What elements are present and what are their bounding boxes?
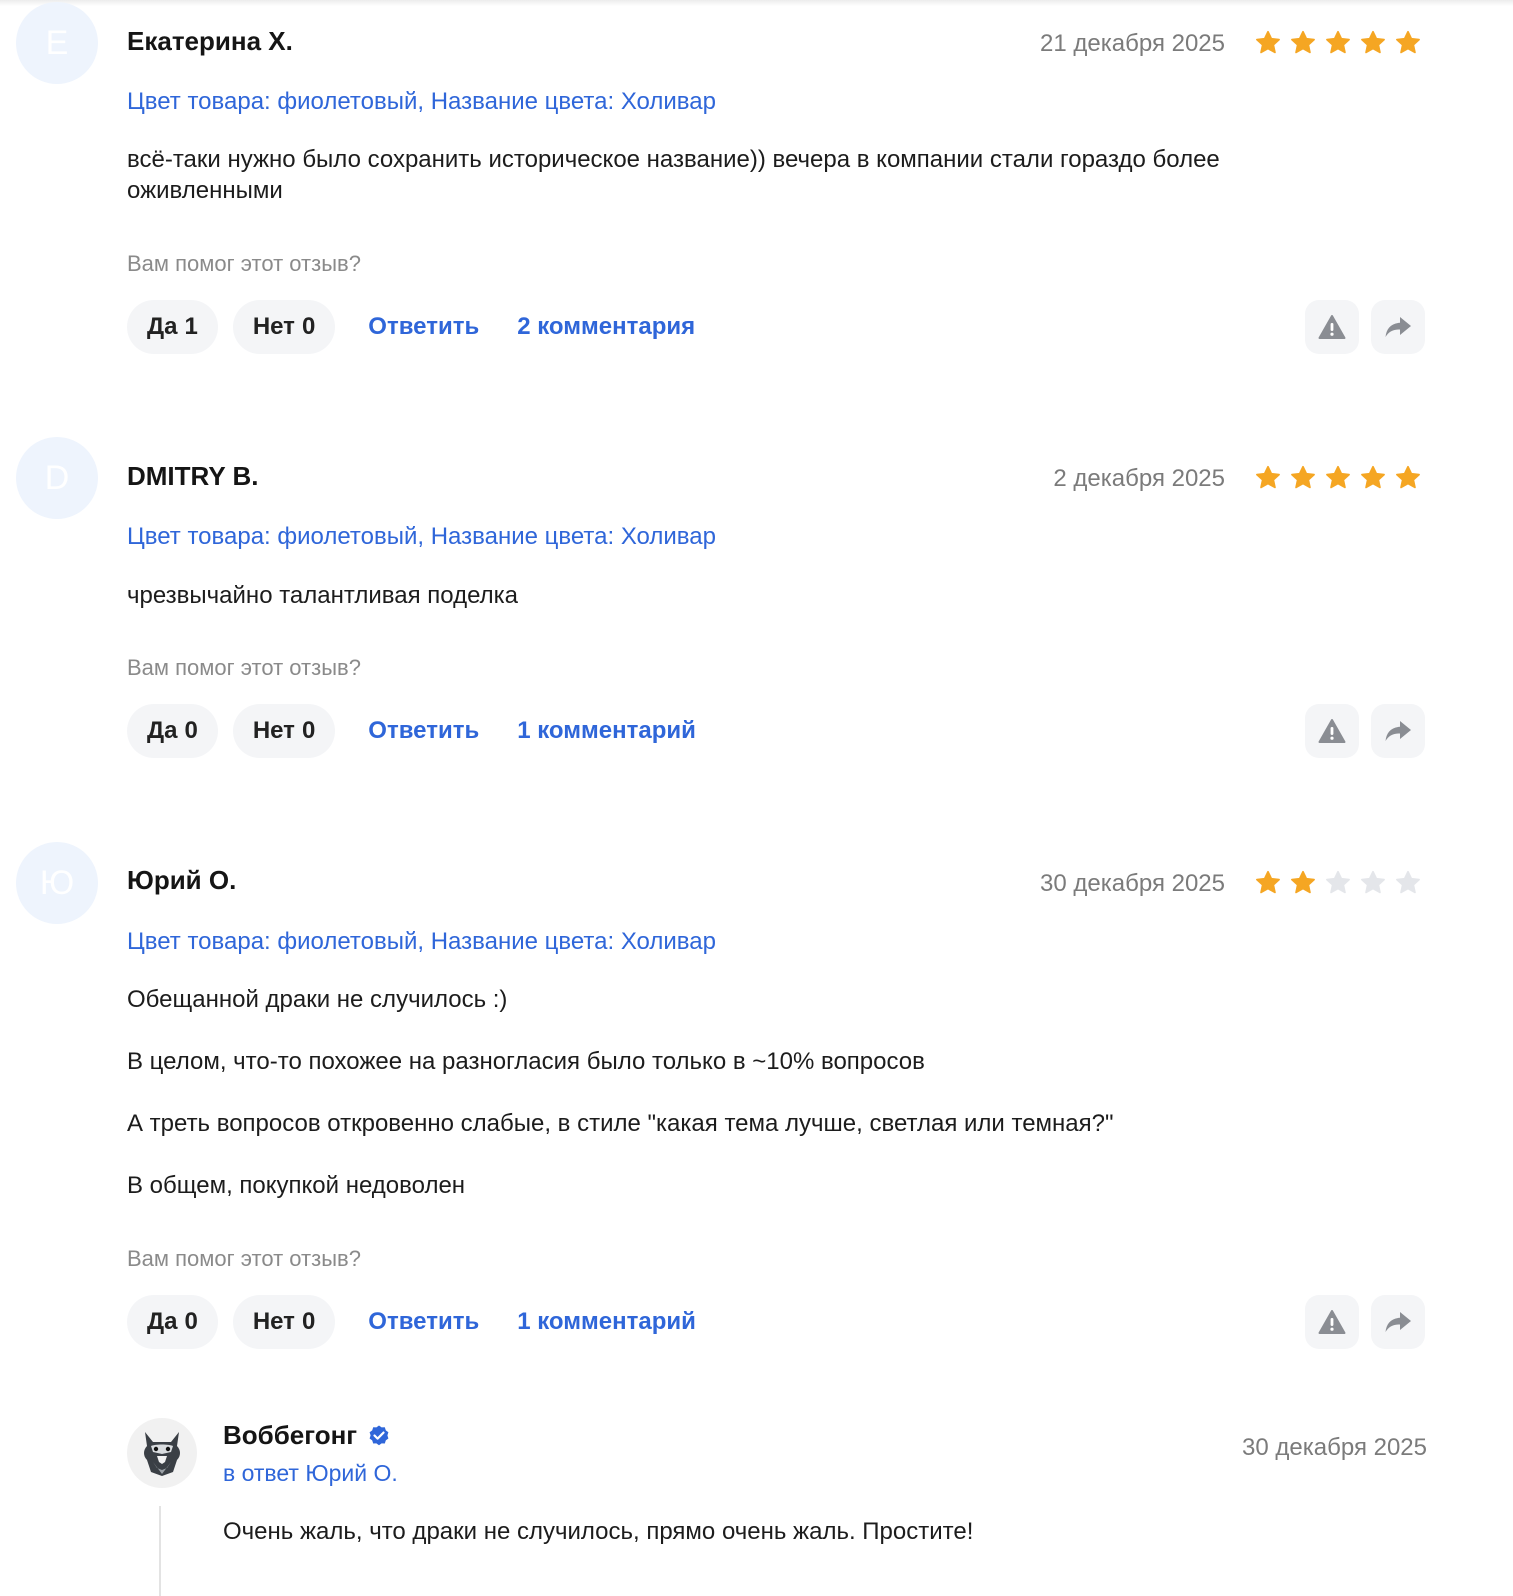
reply-button[interactable]: Ответить bbox=[368, 717, 479, 745]
star-filled-icon bbox=[1256, 870, 1280, 894]
reply-button[interactable]: Ответить bbox=[368, 313, 479, 341]
helpful-yes-button[interactable]: Да 0 bbox=[127, 704, 218, 758]
helpful-yes-button[interactable]: Да 1 bbox=[127, 300, 218, 354]
yes-count: 1 bbox=[184, 313, 198, 340]
helpful-no-button[interactable]: Нет 0 bbox=[232, 300, 336, 354]
report-warning-icon bbox=[1318, 315, 1346, 339]
no-label: Нет bbox=[252, 717, 295, 744]
review-paragraph: Обещанной драки не случилось :) bbox=[127, 986, 508, 1013]
reply-thread-line bbox=[159, 1506, 161, 1596]
star-empty-icon bbox=[1396, 870, 1420, 894]
reply-date: 30 декабря 2025 bbox=[1242, 1434, 1427, 1461]
no-count: 0 bbox=[301, 313, 316, 340]
seller-name-row: Воббегонг bbox=[223, 1420, 391, 1451]
yes-label: Да bbox=[147, 313, 178, 340]
star-filled-icon bbox=[1256, 465, 1280, 489]
comments-link[interactable]: 1 комментарий bbox=[517, 717, 696, 745]
review-paragraph: всё-таки нужно было сохранить историческ… bbox=[127, 146, 1220, 204]
no-label: Нет bbox=[252, 313, 295, 340]
helpful-yes-button[interactable]: Да 0 bbox=[127, 1295, 218, 1349]
review-text: Обещанной драки не случилось :) В целом,… bbox=[127, 984, 1307, 1201]
comments-link[interactable]: 2 комментария bbox=[517, 313, 695, 341]
review-paragraph: чрезвычайно талантливая поделка bbox=[127, 582, 518, 609]
report-button[interactable] bbox=[1305, 1295, 1359, 1349]
top-shadow bbox=[0, 0, 1513, 6]
review-date: 30 декабря 2025 bbox=[1040, 870, 1225, 897]
star-filled-icon bbox=[1361, 30, 1385, 54]
reply-to-link[interactable]: в ответ Юрий О. bbox=[223, 1460, 398, 1487]
no-count: 0 bbox=[301, 1308, 316, 1335]
yes-label: Да bbox=[147, 1308, 178, 1335]
star-empty-icon bbox=[1361, 870, 1385, 894]
star-filled-icon bbox=[1291, 465, 1315, 489]
verified-check-icon bbox=[369, 1425, 389, 1445]
variant-info: Цвет товара: фиолетовый, Название цвета:… bbox=[127, 88, 716, 115]
share-arrow-icon bbox=[1385, 1312, 1411, 1332]
report-warning-icon bbox=[1318, 719, 1346, 743]
share-button[interactable] bbox=[1371, 704, 1425, 758]
yes-count: 0 bbox=[184, 717, 198, 744]
avatar: Е bbox=[16, 2, 98, 84]
author-name: Екатерина Х. bbox=[127, 26, 293, 56]
star-filled-icon bbox=[1291, 30, 1315, 54]
review-date: 21 декабря 2025 bbox=[1040, 30, 1225, 57]
review-paragraph: А треть вопросов откровенно слабые, в ст… bbox=[127, 1110, 1114, 1137]
share-button[interactable] bbox=[1371, 300, 1425, 354]
review-date: 2 декабря 2025 bbox=[1053, 465, 1225, 492]
yes-count: 0 bbox=[184, 1308, 198, 1335]
share-arrow-icon bbox=[1385, 317, 1411, 337]
comments-link[interactable]: 1 комментарий bbox=[517, 1308, 696, 1336]
star-filled-icon bbox=[1291, 870, 1315, 894]
review-actions: Да 0 Нет 0 Ответить 1 комментарий bbox=[127, 704, 716, 758]
author-name: DMITRY B. bbox=[127, 461, 259, 491]
star-empty-icon bbox=[1326, 870, 1350, 894]
avatar: Ю bbox=[16, 842, 98, 924]
helpful-no-button[interactable]: Нет 0 bbox=[232, 1295, 336, 1349]
no-count: 0 bbox=[301, 717, 316, 744]
rating-stars bbox=[1255, 870, 1421, 896]
review-text: чрезвычайно талантливая поделка bbox=[127, 580, 1307, 611]
yes-label: Да bbox=[147, 717, 178, 744]
author-name: Юрий О. bbox=[127, 865, 237, 895]
variant-info: Цвет товара: фиолетовый, Название цвета:… bbox=[127, 928, 716, 955]
star-filled-icon bbox=[1361, 465, 1385, 489]
helpful-question: Вам помог этот отзыв? bbox=[127, 655, 361, 680]
share-arrow-icon bbox=[1385, 721, 1411, 741]
star-filled-icon bbox=[1396, 30, 1420, 54]
report-button[interactable] bbox=[1305, 704, 1359, 758]
star-filled-icon bbox=[1256, 30, 1280, 54]
avatar: D bbox=[16, 437, 98, 519]
share-button[interactable] bbox=[1371, 1295, 1425, 1349]
report-warning-icon bbox=[1318, 1310, 1346, 1334]
review-paragraph: В целом, что-то похожее на разногласия б… bbox=[127, 1048, 925, 1075]
wolf-logo-icon bbox=[144, 1432, 180, 1476]
report-button[interactable] bbox=[1305, 300, 1359, 354]
reply-text: Очень жаль, что драки не случилось, прям… bbox=[223, 1518, 974, 1545]
helpful-question: Вам помог этот отзыв? bbox=[127, 1246, 361, 1271]
star-filled-icon bbox=[1396, 465, 1420, 489]
review-actions: Да 1 Нет 0 Ответить 2 комментария bbox=[127, 300, 715, 354]
variant-info: Цвет товара: фиолетовый, Название цвета:… bbox=[127, 523, 716, 550]
review-text: всё-таки нужно было сохранить историческ… bbox=[127, 144, 1307, 206]
helpful-no-button[interactable]: Нет 0 bbox=[232, 704, 336, 758]
seller-name: Воббегонг bbox=[223, 1420, 358, 1450]
rating-stars bbox=[1255, 465, 1421, 491]
star-filled-icon bbox=[1326, 465, 1350, 489]
review-actions: Да 0 Нет 0 Ответить 1 комментарий bbox=[127, 1295, 716, 1349]
star-filled-icon bbox=[1326, 30, 1350, 54]
seller-avatar bbox=[127, 1418, 197, 1488]
review-paragraph: В общем, покупкой недоволен bbox=[127, 1172, 466, 1199]
rating-stars bbox=[1255, 30, 1421, 56]
helpful-question: Вам помог этот отзыв? bbox=[127, 251, 361, 276]
no-label: Нет bbox=[252, 1308, 295, 1335]
reply-button[interactable]: Ответить bbox=[368, 1308, 479, 1336]
